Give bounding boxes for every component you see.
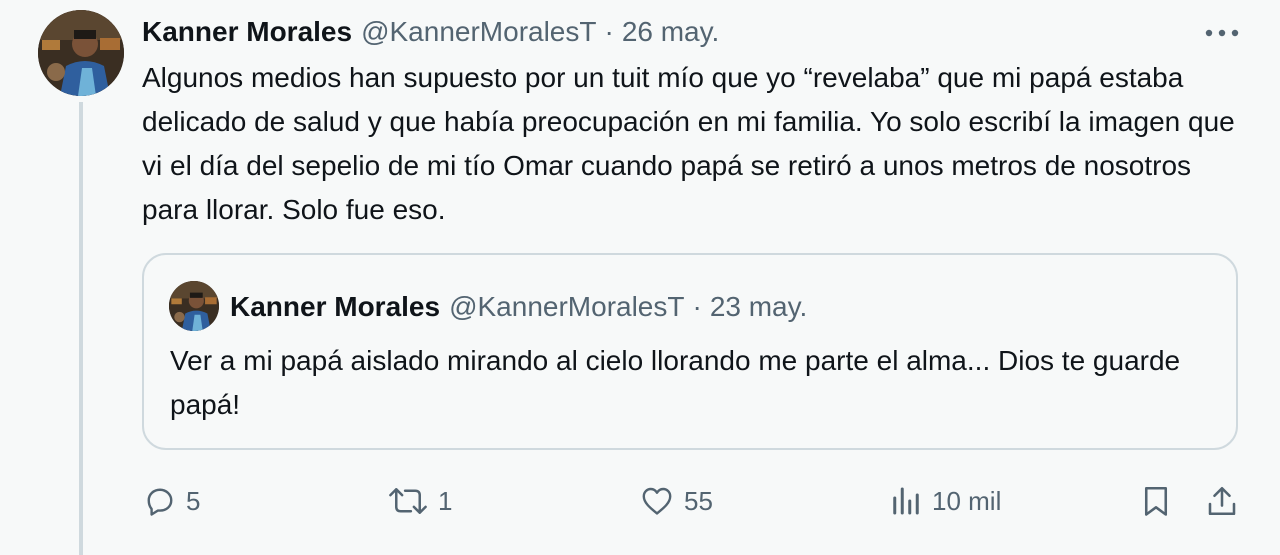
views-icon [893, 487, 919, 515]
reply-icon [147, 488, 173, 516]
quoted-tweet-date: 23 may. [709, 291, 808, 322]
tweet-date[interactable]: 26 may. [622, 16, 720, 48]
quoted-author-name: Kanner Morales [230, 291, 441, 322]
views-button[interactable]: 10 mil [888, 475, 1001, 527]
bookmark-button[interactable] [1138, 475, 1174, 527]
header-separator: · [604, 16, 614, 47]
reply-button[interactable]: 5 [142, 475, 200, 527]
more-horizontal-icon [1205, 29, 1239, 37]
quoted-author-handle: @KannerMoralesT [449, 291, 685, 322]
author-name[interactable]: Kanner Morales [142, 16, 352, 48]
author-avatar[interactable] [38, 10, 124, 96]
quoted-tweet-text: Ver a mi papá aislado mirando al cielo l… [170, 345, 1181, 420]
bookmark-icon [1144, 486, 1168, 516]
views-count: 10 mil [932, 485, 1002, 516]
more-options-button[interactable] [1198, 18, 1246, 48]
quoted-tweet[interactable]: Kanner Morales @KannerMoralesT · 23 may.… [142, 253, 1238, 450]
tweet-text: Algunos medios han supuesto por un tuit … [142, 62, 1235, 225]
author-handle[interactable]: @KannerMoralesT [361, 16, 596, 48]
share-button[interactable] [1204, 475, 1240, 527]
reply-count: 5 [186, 485, 201, 516]
like-button[interactable]: 55 [638, 475, 713, 527]
share-icon [1208, 486, 1236, 516]
quoted-tweet-header: Kanner Morales @KannerMoralesT · 23 may. [230, 287, 807, 327]
like-count: 55 [684, 485, 713, 516]
retweet-count: 1 [438, 485, 453, 516]
tweet-actions-bar: 5 1 55 10 mil [0, 475, 1280, 527]
tweet-header: Kanner Morales @KannerMoralesT · 26 may. [142, 12, 719, 52]
retweet-button[interactable]: 1 [386, 475, 452, 527]
heart-icon [642, 487, 672, 515]
tweet-card[interactable]: Kanner Morales @KannerMoralesT · 26 may.… [0, 0, 1280, 555]
avatar-photo [169, 281, 219, 331]
quoted-header-separator: · [692, 291, 702, 322]
quoted-author-avatar [169, 281, 219, 331]
retweet-icon [389, 488, 427, 514]
avatar-photo [38, 10, 124, 96]
